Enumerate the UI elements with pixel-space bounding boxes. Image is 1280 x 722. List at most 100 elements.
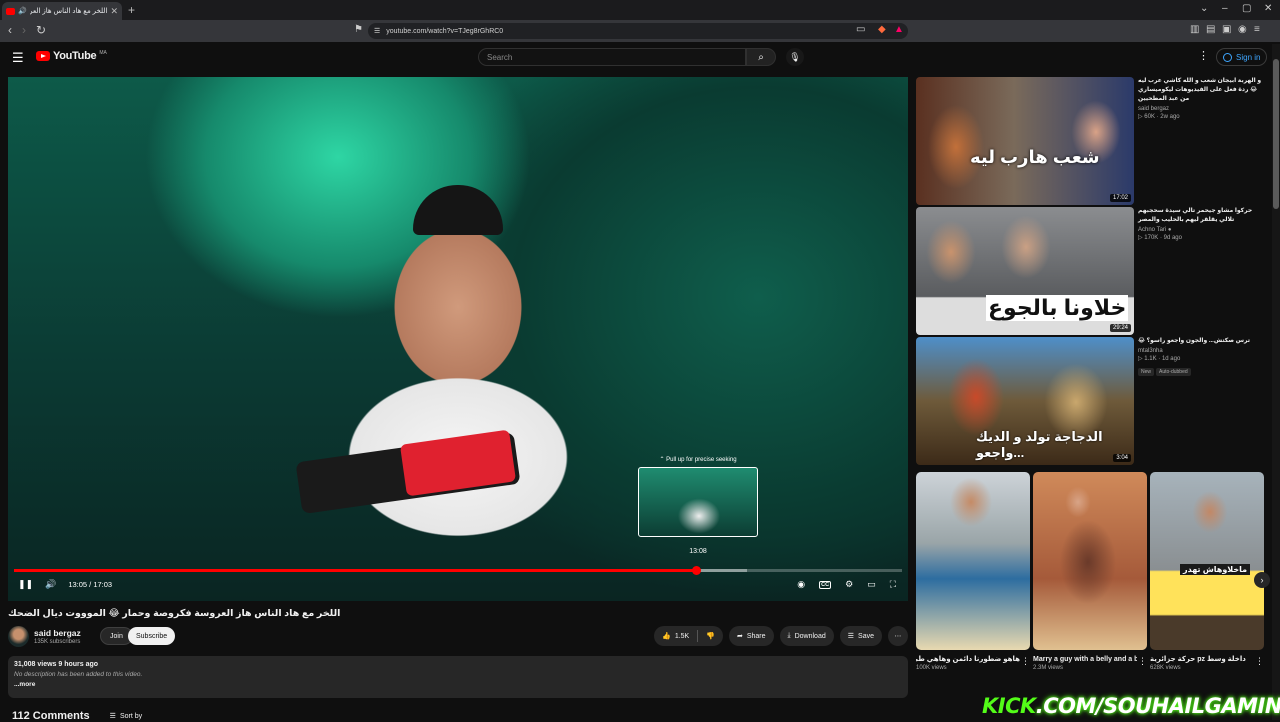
like-dislike-group: 👍 1.5K 👎 bbox=[654, 626, 723, 646]
progress-bar[interactable] bbox=[14, 566, 902, 575]
player-controls-right: ◉ CC ⚙ ▭ ⛶ bbox=[797, 579, 896, 590]
settings-gear-icon[interactable]: ⚙ bbox=[845, 579, 853, 590]
wallet-icon[interactable]: ▣ bbox=[1222, 24, 1231, 35]
miniplayer-icon[interactable]: ▭ bbox=[867, 579, 876, 590]
page-scrollbar[interactable] bbox=[1272, 44, 1280, 720]
video-frame-person bbox=[413, 185, 503, 235]
more-actions-button[interactable]: ⋯ bbox=[888, 626, 908, 646]
new-tab-button[interactable]: + bbox=[128, 3, 135, 17]
video-title[interactable]: و الهربة ابيجان شعب و الله كاشي عرب ليه … bbox=[1138, 77, 1266, 104]
short-thumbnail[interactable] bbox=[916, 472, 1030, 650]
short-views: 2.3M views bbox=[1033, 665, 1064, 671]
video-player[interactable]: ⌃ Pull up for precise seeking 13:08 ❚❚ 🔊… bbox=[8, 77, 908, 601]
recommended-video[interactable]: الدجاجة تولد و الديك واجعو... 3:04 ترس ص… bbox=[916, 337, 1268, 465]
scrollbar-thumb[interactable] bbox=[1273, 59, 1279, 209]
thumbnail-caption: شعب هارب ليه bbox=[970, 147, 1100, 167]
sidebar-toggle-icon[interactable]: ▥ bbox=[1190, 24, 1199, 35]
channel-avatar[interactable] bbox=[8, 626, 29, 647]
address-bar[interactable]: ☰ youtube.com/watch?v=TJeg8rGhRC0 bbox=[368, 23, 908, 39]
minimize-button[interactable]: – bbox=[1222, 3, 1228, 14]
fullscreen-icon[interactable]: ⛶ bbox=[890, 579, 896, 590]
youtube-favicon-icon bbox=[6, 7, 15, 15]
video-thumbnail[interactable]: خلاونا بالجوع 29:24 bbox=[916, 207, 1134, 335]
video-title[interactable]: ترس صكتش... والجون واجعو راسو؟ 😂 bbox=[1138, 337, 1266, 346]
pause-button[interactable]: ❚❚ bbox=[18, 579, 33, 590]
search-button[interactable]: ⌕ bbox=[746, 48, 776, 66]
audio-icon[interactable]: 🔊 bbox=[18, 7, 27, 15]
browser-tab[interactable]: 🔊 اللخر مع هاد الناس هاز العروسة... ✕ bbox=[2, 2, 122, 20]
maximize-button[interactable]: ▢ bbox=[1242, 3, 1251, 14]
short-menu-icon[interactable]: ⋮ bbox=[1138, 656, 1147, 667]
sort-comments-button[interactable]: ☰ Sort by bbox=[110, 712, 142, 721]
short-title[interactable]: Marry a guy with a belly and a bald head… bbox=[1033, 655, 1137, 664]
download-button[interactable]: ⤓ Download bbox=[779, 626, 834, 646]
description-box[interactable]: 31,008 views 9 hours ago No description … bbox=[8, 656, 908, 698]
video-duration: 17:02 bbox=[1109, 194, 1131, 202]
short-views: 100K views bbox=[916, 665, 947, 671]
like-button[interactable]: 👍 1.5K bbox=[654, 626, 697, 646]
account-icon bbox=[1223, 52, 1232, 62]
share-button[interactable]: ➦ Share bbox=[728, 626, 774, 646]
settings-menu-icon[interactable]: ⋮ bbox=[1198, 49, 1209, 62]
channel-name[interactable]: said bergaz bbox=[1138, 106, 1266, 112]
sign-in-button[interactable]: Sign in bbox=[1216, 48, 1268, 66]
short-thumbnail[interactable]: ماخلاوهاش تهدر bbox=[1150, 472, 1264, 650]
download-icon: ⤓ bbox=[787, 632, 791, 639]
save-button[interactable]: ☰ Save bbox=[839, 626, 882, 646]
short-title[interactable]: هاهو ضطورنا دائمن وهاهي طبيلتنا bbox=[916, 655, 1020, 664]
autoplay-toggle[interactable]: ◉ bbox=[797, 579, 805, 590]
short-thumbnail[interactable] bbox=[1033, 472, 1147, 650]
close-tab-icon[interactable]: ✕ bbox=[110, 6, 118, 17]
auto-dubbed-badge: Auto-dubbed bbox=[1156, 368, 1191, 376]
captions-button[interactable]: CC bbox=[819, 580, 832, 589]
tab-search-icon[interactable]: ⌄ bbox=[1200, 3, 1208, 14]
video-stats: ▷ 60K · 2w ago bbox=[1138, 114, 1180, 120]
browser-toolbar: ‹ › ↻ ⚑ ☰ youtube.com/watch?v=TJeg8rGhRC… bbox=[0, 20, 1280, 42]
forward-button[interactable]: › bbox=[22, 23, 26, 37]
voice-search-button[interactable]: 🎙 bbox=[786, 48, 804, 66]
more-dots-icon: ⋯ bbox=[894, 633, 902, 640]
back-button[interactable]: ‹ bbox=[8, 23, 12, 37]
vpn-icon[interactable]: ◉ bbox=[1238, 24, 1247, 35]
volume-icon[interactable]: 🔊 bbox=[45, 579, 56, 590]
menu-icon[interactable]: ≡ bbox=[1254, 24, 1260, 35]
close-window-button[interactable]: ✕ bbox=[1264, 3, 1272, 14]
shorts-next-button[interactable]: › bbox=[1254, 572, 1270, 588]
recommended-video[interactable]: خلاونا بالجوع 29:24 حركوا مشاو جيحمر تال… bbox=[916, 207, 1268, 335]
dislike-button[interactable]: 👎 bbox=[698, 626, 723, 646]
reload-button[interactable]: ↻ bbox=[36, 23, 46, 37]
video-duration: 29:24 bbox=[1109, 324, 1131, 332]
search-input[interactable]: Search bbox=[478, 48, 746, 66]
shorts-shelf: هاهو ضطورنا دائمن وهاهي طبيلتنا 100K vie… bbox=[916, 472, 1266, 692]
short-item[interactable]: ماخلاوهاش تهدر داخلة وسط pz حركة جزائرية… bbox=[1150, 472, 1264, 671]
channel-name[interactable]: said bergaz bbox=[34, 628, 81, 638]
views-and-age: 31,008 views 9 hours ago bbox=[14, 661, 99, 668]
site-info-icon[interactable]: ☰ bbox=[374, 27, 380, 35]
short-menu-icon[interactable]: ⋮ bbox=[1255, 656, 1264, 667]
show-more-link[interactable]: ...more bbox=[14, 681, 902, 688]
bookmark-icon[interactable]: ⚑ bbox=[354, 24, 363, 35]
channel-name[interactable]: mtal3nha bbox=[1138, 348, 1266, 354]
rewards-icon[interactable]: ▲ bbox=[894, 24, 904, 35]
short-item[interactable]: هاهو ضطورنا دائمن وهاهي طبيلتنا 100K vie… bbox=[916, 472, 1030, 671]
cast-icon[interactable]: ▭ bbox=[856, 24, 865, 35]
guide-menu-icon[interactable]: ☰ bbox=[12, 50, 24, 66]
youtube-logo[interactable]: YouTube MA bbox=[36, 50, 107, 62]
recommended-video[interactable]: شعب هارب ليه 17:02 و الهربة ابيجان شعب و… bbox=[916, 77, 1268, 205]
short-menu-icon[interactable]: ⋮ bbox=[1021, 656, 1030, 667]
new-badge: New bbox=[1138, 368, 1155, 376]
video-thumbnail[interactable]: شعب هارب ليه 17:02 bbox=[916, 77, 1134, 205]
played-bar bbox=[14, 569, 696, 572]
subscriber-count: 135K subscribers bbox=[34, 639, 81, 645]
extensions-icon[interactable]: ▤ bbox=[1206, 24, 1215, 35]
brave-shield-icon[interactable]: ◆ bbox=[878, 24, 886, 35]
video-thumbnail[interactable]: الدجاجة تولد و الديك واجعو... 3:04 bbox=[916, 337, 1134, 465]
short-item[interactable]: Marry a guy with a belly and a bald head… bbox=[1033, 472, 1147, 671]
subscribe-button[interactable]: Subscribe bbox=[128, 627, 176, 645]
scrubber-handle[interactable] bbox=[691, 566, 701, 575]
channel-name[interactable]: Achno Tari ● bbox=[1138, 227, 1266, 233]
video-title[interactable]: حركوا مشاو جيحمر تالي سيدة سحجبهم تلالي … bbox=[1138, 207, 1266, 225]
thumbnail-caption: خلاونا بالجوع bbox=[986, 295, 1129, 321]
seek-preview-thumbnail bbox=[638, 467, 758, 537]
short-title[interactable]: داخلة وسط pz حركة جزائرية bbox=[1150, 655, 1254, 664]
